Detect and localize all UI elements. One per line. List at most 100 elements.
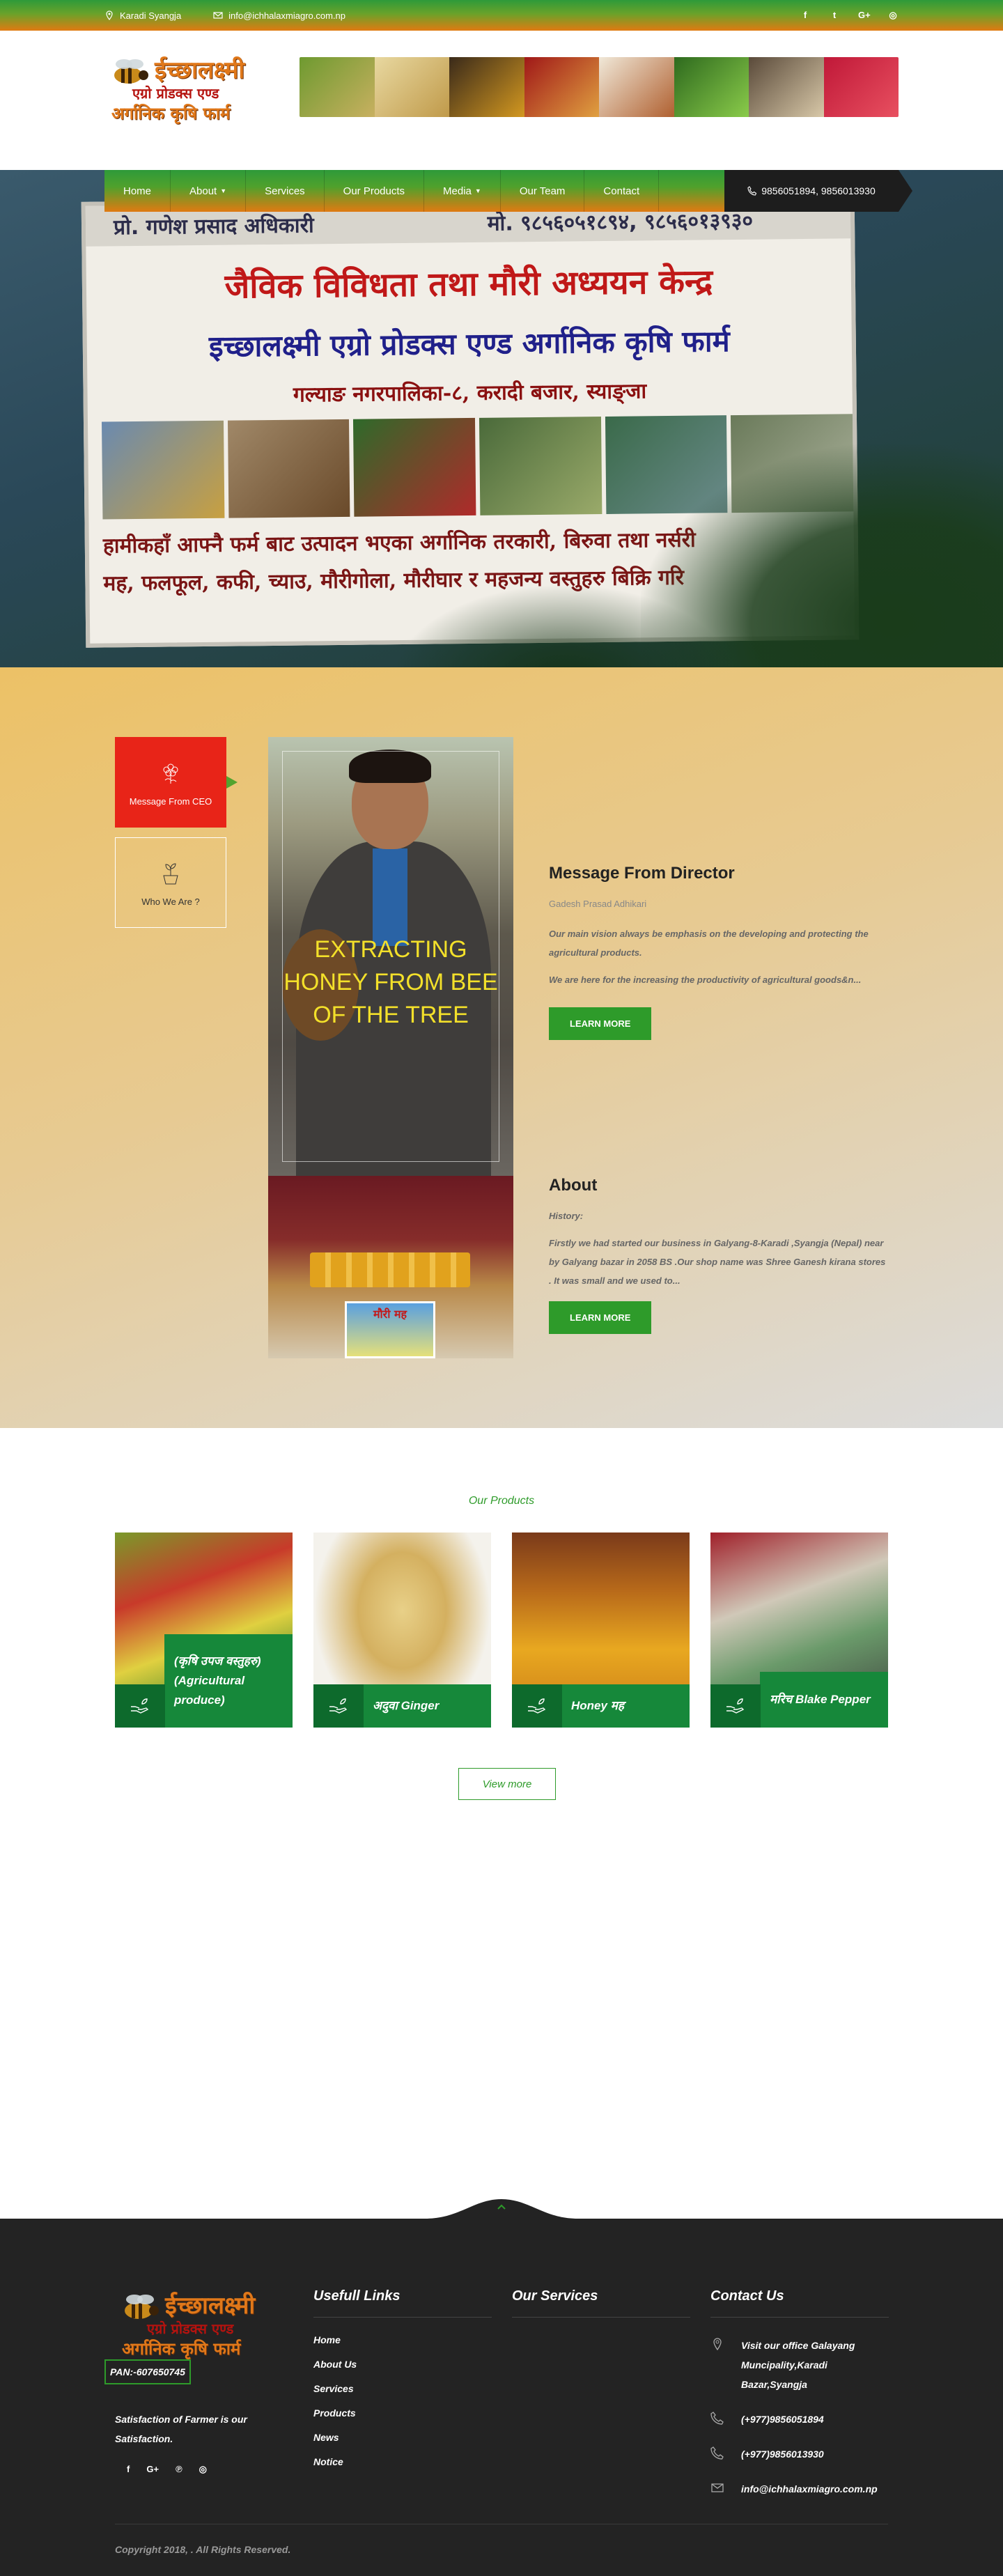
product-card[interactable]: अदुवा Ginger — [313, 1533, 491, 1728]
twitter-icon[interactable]: t — [829, 10, 840, 21]
nav-wrapper: Home About ▼ Services Our Products Media ▼… — [0, 170, 1003, 212]
facebook-icon[interactable]: f — [800, 10, 811, 21]
google-plus-icon[interactable]: G+ — [146, 2464, 159, 2475]
plant-pot-icon — [163, 862, 178, 884]
director-para-1: Our main vision always be emphasis on th… — [549, 929, 869, 958]
director-para-2: We are here for the increasing the produ… — [549, 975, 862, 985]
product-label: अदुवा Ginger — [363, 1684, 491, 1728]
phone-icon — [710, 2446, 724, 2460]
footer-link-home[interactable]: Home — [313, 2334, 492, 2345]
top-social-links: f t G+ ◎ — [800, 10, 899, 21]
footer-link-services[interactable]: Services — [313, 2383, 492, 2394]
footer-link-about[interactable]: About Us — [313, 2359, 492, 2370]
footer-link-news[interactable]: News — [313, 2432, 492, 2443]
contact-phone-1[interactable]: (+977)9856051894 — [710, 2410, 889, 2429]
foliage-overlay — [390, 584, 738, 667]
instagram-icon[interactable]: ◎ — [887, 10, 899, 21]
footer-useful-links: Usefull Links Home About Us Services Pro… — [313, 2288, 492, 2481]
director-title: Message From Director — [549, 864, 735, 883]
nav-contact-label: Contact — [603, 185, 640, 197]
about-history-label: History: — [549, 1211, 584, 1221]
google-plus-icon[interactable]: G+ — [858, 10, 871, 21]
logo-line-2: एग्रो प्रोडक्स एण्ड — [132, 85, 219, 102]
location-text: Karadi Syangja — [120, 10, 182, 21]
honey-jars — [310, 1252, 470, 1287]
pinterest-icon[interactable]: ℗ — [176, 2464, 182, 2475]
site-footer: ईच्छालक्ष्मी एग्रो प्रोडक्स एण्ड अर्गानि… — [0, 2219, 1003, 2576]
site-logo[interactable]: ईच्छालक्ष्मी एग्रो प्रोडक्स एण्ड अर्गानि… — [104, 52, 286, 128]
contact-title: Contact Us — [710, 2288, 889, 2318]
banner-tile — [524, 57, 599, 117]
sign-photo — [227, 419, 350, 518]
director-message: Message From Director Gadesh Prasad Adhi… — [549, 864, 890, 1040]
nav-services[interactable]: Services — [246, 170, 325, 212]
director-learn-more-button[interactable]: LEARN MORE — [549, 1007, 652, 1040]
banner-tile — [374, 57, 449, 117]
footer-logo-line-2: एग्रो प्रोडक्स एण्ड — [147, 2320, 234, 2337]
view-more-button[interactable]: View more — [458, 1768, 556, 1800]
facebook-icon[interactable]: f — [127, 2464, 130, 2475]
pan-number: PAN:-607650745 — [104, 2359, 191, 2384]
about-section: Message From CEO Who We Are ? EXTRACTING… — [0, 667, 1003, 1428]
tab-message-from-ceo[interactable]: Message From CEO — [115, 737, 238, 828]
contact-phone-2[interactable]: (+977)9856013930 — [710, 2444, 889, 2464]
sign-owner: प्रो. गणेश प्रसाद अधिकारी — [113, 212, 314, 240]
nav-contact[interactable]: Contact — [584, 170, 660, 212]
tab-ceo-label: Message From CEO — [129, 796, 212, 807]
email-info: info@ichhalaxmiagro.com.np — [213, 10, 345, 21]
sign-photo — [479, 417, 602, 515]
chevron-down-icon: ▼ — [220, 187, 227, 194]
phone-icon — [747, 186, 757, 196]
footer-contact: Contact Us Visit our office Galayang Mun… — [710, 2288, 889, 2499]
nav-home[interactable]: Home — [104, 170, 171, 212]
footer-slogan: Satisfaction of Farmer is our Satisfacti… — [115, 2414, 247, 2444]
email-link[interactable]: info@ichhalaxmiagro.com.np — [228, 10, 345, 21]
nav-phone[interactable]: 9856051894, 9856013930 — [724, 170, 912, 212]
hand-plant-icon — [710, 1684, 761, 1728]
hero-image: प्रो. गणेश प्रसाद अधिकारी मो. ९८५६०५१८९४… — [0, 170, 1003, 667]
poster-text: मौरी मह — [373, 1308, 407, 1321]
contact-phone-2-text: (+977)9856013930 — [741, 2449, 824, 2460]
copyright: Copyright 2018, . All Rights Reserved. — [115, 2524, 888, 2555]
product-card[interactable]: मरिच Blake Pepper — [710, 1533, 888, 1728]
products-heading: Our Products — [468, 1495, 535, 1507]
header-product-banner — [300, 57, 899, 117]
nav-media[interactable]: Media ▼ — [424, 170, 501, 212]
site-header: ईच्छालक्ष्मी एग्रो प्रोडक्स एण्ड अर्गानि… — [0, 31, 1003, 170]
footer-link-products[interactable]: Products — [313, 2407, 492, 2419]
footer-logo[interactable]: ईच्छालक्ष्मी एग्रो प्रोडक्स एण्ड अर्गानि… — [115, 2288, 296, 2365]
hand-plant-icon — [115, 1684, 165, 1728]
nav-our-products[interactable]: Our Products — [325, 170, 425, 212]
product-card[interactable]: (कृषि उपज वस्तुहरु) (Agricultural produc… — [115, 1533, 293, 1728]
logo-line-1: ईच्छालक्ष्मी — [155, 56, 245, 84]
product-label: Honey मह — [561, 1684, 690, 1728]
sign-title: जैविक विविधता तथा मौरी अध्ययन केन्द्र — [224, 262, 713, 307]
tab-who-we-are[interactable]: Who We Are ? — [115, 837, 226, 928]
honey-stall-photo: मौरी मह — [268, 1176, 513, 1358]
sign-line-1: हामीकहाँ आफ्नै फर्म बाट उत्पादन भएका अर्… — [102, 527, 696, 559]
about-history-text: Firstly we had started our business in G… — [549, 1238, 886, 1286]
contact-email[interactable]: info@ichhalaxmiagro.com.np — [710, 2479, 889, 2499]
product-label: (कृषि उपज वस्तुहरु) (Agricultural produc… — [164, 1634, 293, 1728]
contact-phone-1-text: (+977)9856051894 — [741, 2414, 824, 2425]
sign-photo — [101, 420, 225, 520]
phone-icon — [710, 2412, 724, 2425]
tab-who-label: Who We Are ? — [141, 896, 200, 907]
banner-tile — [300, 57, 375, 117]
products-section: Our Products (कृषि उपज वस्तुहरु) (Agricu… — [0, 1428, 1003, 2219]
useful-links-title: Usefull Links — [313, 2288, 492, 2318]
director-name: Gadesh Prasad Adhikari — [549, 899, 647, 909]
nav-about[interactable]: About ▼ — [171, 170, 247, 212]
about-learn-more-button[interactable]: LEARN MORE — [549, 1301, 652, 1334]
footer-link-notice[interactable]: Notice — [313, 2456, 492, 2467]
nav-about-label: About — [189, 185, 217, 197]
product-card[interactable]: Honey मह — [512, 1533, 690, 1728]
banner-tile — [749, 57, 824, 117]
banner-tile — [674, 57, 749, 117]
product-label: मरिच Blake Pepper — [760, 1672, 888, 1728]
top-bar: Karadi Syangja info@ichhalaxmiagro.com.n… — [0, 0, 1003, 31]
footer-logo-line-3: अर्गानिक कृषि फार्म — [122, 2338, 241, 2359]
nav-our-team[interactable]: Our Team — [501, 170, 585, 212]
about-tabs: Message From CEO Who We Are ? — [115, 737, 238, 938]
instagram-icon[interactable]: ◎ — [199, 2464, 207, 2475]
